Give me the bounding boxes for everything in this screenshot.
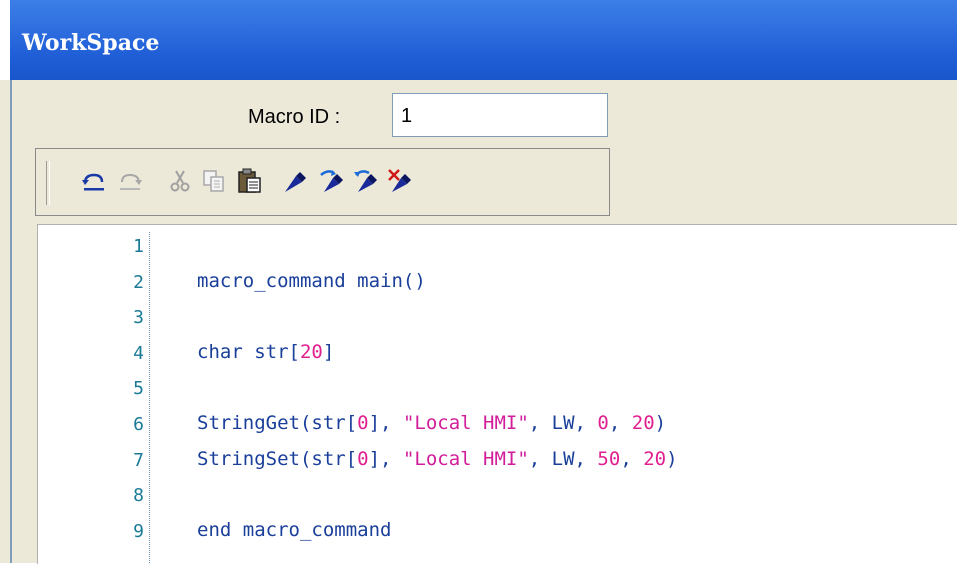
title-bar-edge bbox=[0, 0, 10, 80]
edit-toolbar bbox=[35, 148, 610, 216]
toolbar-grip[interactable] bbox=[46, 161, 50, 205]
code-token-str: "Local HMI" bbox=[402, 412, 529, 434]
window-title: WorkSpace bbox=[22, 30, 160, 56]
line-number: 5 bbox=[133, 378, 144, 400]
code-token-kw: ) bbox=[654, 412, 667, 434]
code-token-str: "Local HMI" bbox=[402, 447, 529, 470]
brush-icon[interactable] bbox=[282, 167, 310, 195]
undo-icon[interactable] bbox=[80, 167, 108, 195]
code-token-kw: , LW, bbox=[528, 412, 598, 434]
brush-back-icon[interactable] bbox=[352, 167, 380, 195]
code-token-kw: ) bbox=[666, 447, 678, 470]
code-token-num: 20 bbox=[299, 340, 323, 363]
code-editor[interactable] bbox=[37, 224, 957, 564]
code-line[interactable]: end macro_command bbox=[197, 519, 391, 541]
title-bar[interactable]: WorkSpace bbox=[0, 0, 957, 80]
redo-icon[interactable] bbox=[116, 167, 144, 195]
code-token-num: 0 bbox=[357, 447, 369, 470]
code-token-num: 20 bbox=[631, 412, 655, 434]
line-number: 9 bbox=[133, 520, 144, 542]
code-token-kw: macro_command main() bbox=[197, 269, 426, 292]
code-token-kw: , LW, bbox=[528, 447, 598, 470]
code-token-num: 0 bbox=[597, 412, 609, 434]
code-token-num: 20 bbox=[643, 447, 667, 470]
code-token-kw: ] bbox=[322, 340, 335, 363]
macro-id-input[interactable]: 1 bbox=[392, 93, 608, 137]
code-token-kw: end macro_command bbox=[197, 518, 392, 541]
code-line[interactable]: StringSet(str[0], "Local HMI", LW, 50, 2… bbox=[197, 448, 678, 470]
paste-icon[interactable] bbox=[236, 167, 264, 195]
line-number: 2 bbox=[133, 271, 144, 293]
workspace-window: WorkSpace Macro ID : 1 1 2 macro_command… bbox=[0, 0, 957, 564]
line-number: 3 bbox=[133, 307, 144, 329]
code-line[interactable]: macro_command main() bbox=[197, 270, 426, 292]
code-line[interactable]: StringGet(str[0], "Local HMI", LW, 0, 20… bbox=[197, 412, 666, 434]
line-number: 6 bbox=[133, 414, 144, 435]
gutter-divider bbox=[149, 232, 150, 563]
code-token-kw: ], bbox=[368, 447, 403, 470]
cut-icon[interactable] bbox=[166, 167, 194, 195]
macro-id-label: Macro ID : bbox=[248, 106, 341, 128]
code-line[interactable]: char str[20] bbox=[197, 341, 334, 363]
code-token-kw: StringGet(str[ bbox=[197, 412, 358, 434]
line-number: 1 bbox=[133, 236, 144, 257]
code-token-num: 0 bbox=[357, 412, 369, 434]
line-number: 7 bbox=[133, 449, 144, 471]
brush-forward-icon[interactable] bbox=[318, 167, 346, 195]
code-token-kw: , bbox=[620, 447, 644, 470]
copy-icon[interactable] bbox=[200, 167, 228, 195]
brush-delete-icon[interactable] bbox=[386, 167, 414, 195]
code-token-kw: char str[ bbox=[197, 340, 300, 363]
code-token-kw: , bbox=[608, 412, 632, 434]
code-token-num: 50 bbox=[597, 447, 621, 470]
code-token-kw: StringSet(str[ bbox=[197, 447, 358, 470]
line-number: 4 bbox=[133, 342, 144, 364]
line-number: 8 bbox=[133, 485, 144, 507]
code-token-kw: ], bbox=[368, 412, 403, 434]
